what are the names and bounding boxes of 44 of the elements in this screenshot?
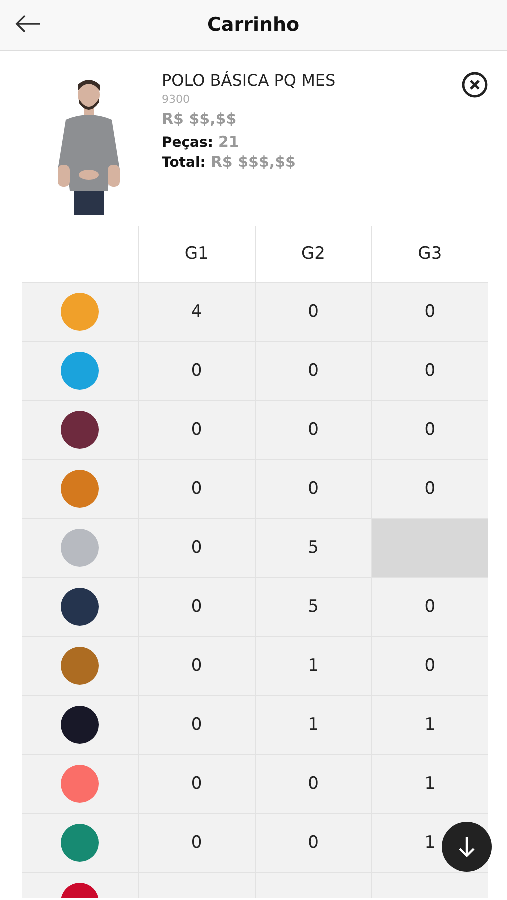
product-price: R$ $$,$$: [162, 110, 238, 128]
quantity-value[interactable]: 0: [191, 715, 202, 735]
quantity-value[interactable]: 4: [191, 302, 202, 322]
back-arrow-icon: [14, 14, 42, 34]
quantity-value[interactable]: 1: [424, 774, 436, 794]
quantity-value[interactable]: 0: [191, 538, 202, 558]
quantity-value[interactable]: 0: [424, 420, 436, 440]
summary-value: 21: [218, 133, 240, 151]
quantity-value[interactable]: 0: [424, 302, 436, 322]
close-icon: [461, 71, 489, 99]
down-arrow-icon: [457, 835, 477, 859]
quantity-value[interactable]: 0: [191, 833, 202, 853]
size-header: G3: [371, 226, 488, 282]
summary-value: R$ $$$,$$: [210, 153, 296, 171]
summary-label: Peças:: [162, 135, 214, 151]
quantity-value[interactable]: 0: [424, 479, 436, 499]
quantity-value[interactable]: 0: [191, 420, 202, 440]
quantity-value[interactable]: 1: [308, 715, 319, 735]
quantity-value[interactable]: 0: [424, 361, 436, 381]
quantity-value[interactable]: 0: [191, 597, 202, 617]
quantity-value[interactable]: 0: [191, 361, 202, 381]
summary-label: Total:: [162, 155, 206, 171]
page-title: Carrinho: [207, 14, 300, 36]
quantity-value[interactable]: 0: [191, 656, 202, 676]
quantity-value[interactable]: 0: [308, 302, 319, 322]
product-name: POLO BÁSICA PQ MES: [162, 71, 336, 90]
quantity-value[interactable]: 1: [424, 833, 436, 853]
quantity-value[interactable]: 0: [308, 420, 319, 440]
quantity-value[interactable]: 0: [191, 479, 202, 499]
quantity-value[interactable]: 1: [424, 715, 436, 735]
remove-button[interactable]: [461, 71, 489, 99]
quantity-value[interactable]: 0: [424, 656, 436, 676]
quantity-value[interactable]: 0: [308, 361, 319, 381]
quantity-value[interactable]: 0: [424, 597, 436, 617]
quantity-value[interactable]: 0: [308, 774, 319, 794]
quantity-value[interactable]: 5: [308, 597, 319, 617]
size-header: G1: [138, 226, 255, 282]
quantity-value[interactable]: 0: [308, 833, 319, 853]
quantity-value[interactable]: 5: [308, 538, 319, 558]
product-code: 9300: [162, 93, 191, 106]
size-header: G2: [254, 226, 372, 282]
quantity-value[interactable]: 0: [308, 479, 319, 499]
quantity-value[interactable]: 1: [308, 656, 319, 676]
quantity-value[interactable]: 0: [191, 774, 202, 794]
